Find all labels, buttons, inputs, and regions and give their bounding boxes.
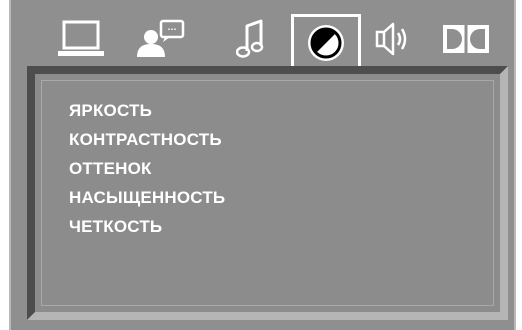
speaker-icon	[373, 19, 413, 59]
menu-item-brightness[interactable]: ЯРКОСТЬ	[69, 96, 225, 125]
contrast-icon	[304, 21, 348, 65]
video-settings-panel: ЯРКОСТЬ КОНТРАСТНОСТЬ ОТТЕНОК НАСЫЩЕННОС…	[27, 66, 508, 320]
laptop-icon	[57, 20, 105, 58]
tab-video[interactable]	[291, 14, 361, 75]
menu-item-sharpness[interactable]: ЧЕТКОСТЬ	[69, 212, 225, 241]
menu-item-saturation[interactable]: НАСЫЩЕННОСТЬ	[69, 183, 225, 212]
tab-bar: ···	[11, 0, 514, 75]
tab-general[interactable]	[49, 14, 113, 64]
tab-audio[interactable]	[219, 14, 283, 64]
person-speech-icon: ···	[133, 19, 189, 59]
menu-item-contrast[interactable]: КОНТРАСТНОСТЬ	[69, 125, 225, 154]
tab-language[interactable]: ···	[129, 14, 193, 64]
tab-dolby[interactable]	[434, 14, 498, 64]
dolby-icon	[442, 24, 490, 54]
video-settings-menu: ЯРКОСТЬ КОНТРАСТНОСТЬ ОТТЕНОК НАСЫЩЕННОС…	[69, 96, 225, 241]
settings-screen: ··· ЯРКОСТЬ КОНТРАСТНОСТЬ ОТТЕНОК НАСЫЩЕ…	[9, 0, 516, 330]
tab-speaker[interactable]	[361, 14, 425, 64]
music-note-icon	[236, 18, 266, 60]
menu-item-hue[interactable]: ОТТЕНОК	[69, 154, 225, 183]
speech-bubble-text: ···	[167, 25, 176, 34]
